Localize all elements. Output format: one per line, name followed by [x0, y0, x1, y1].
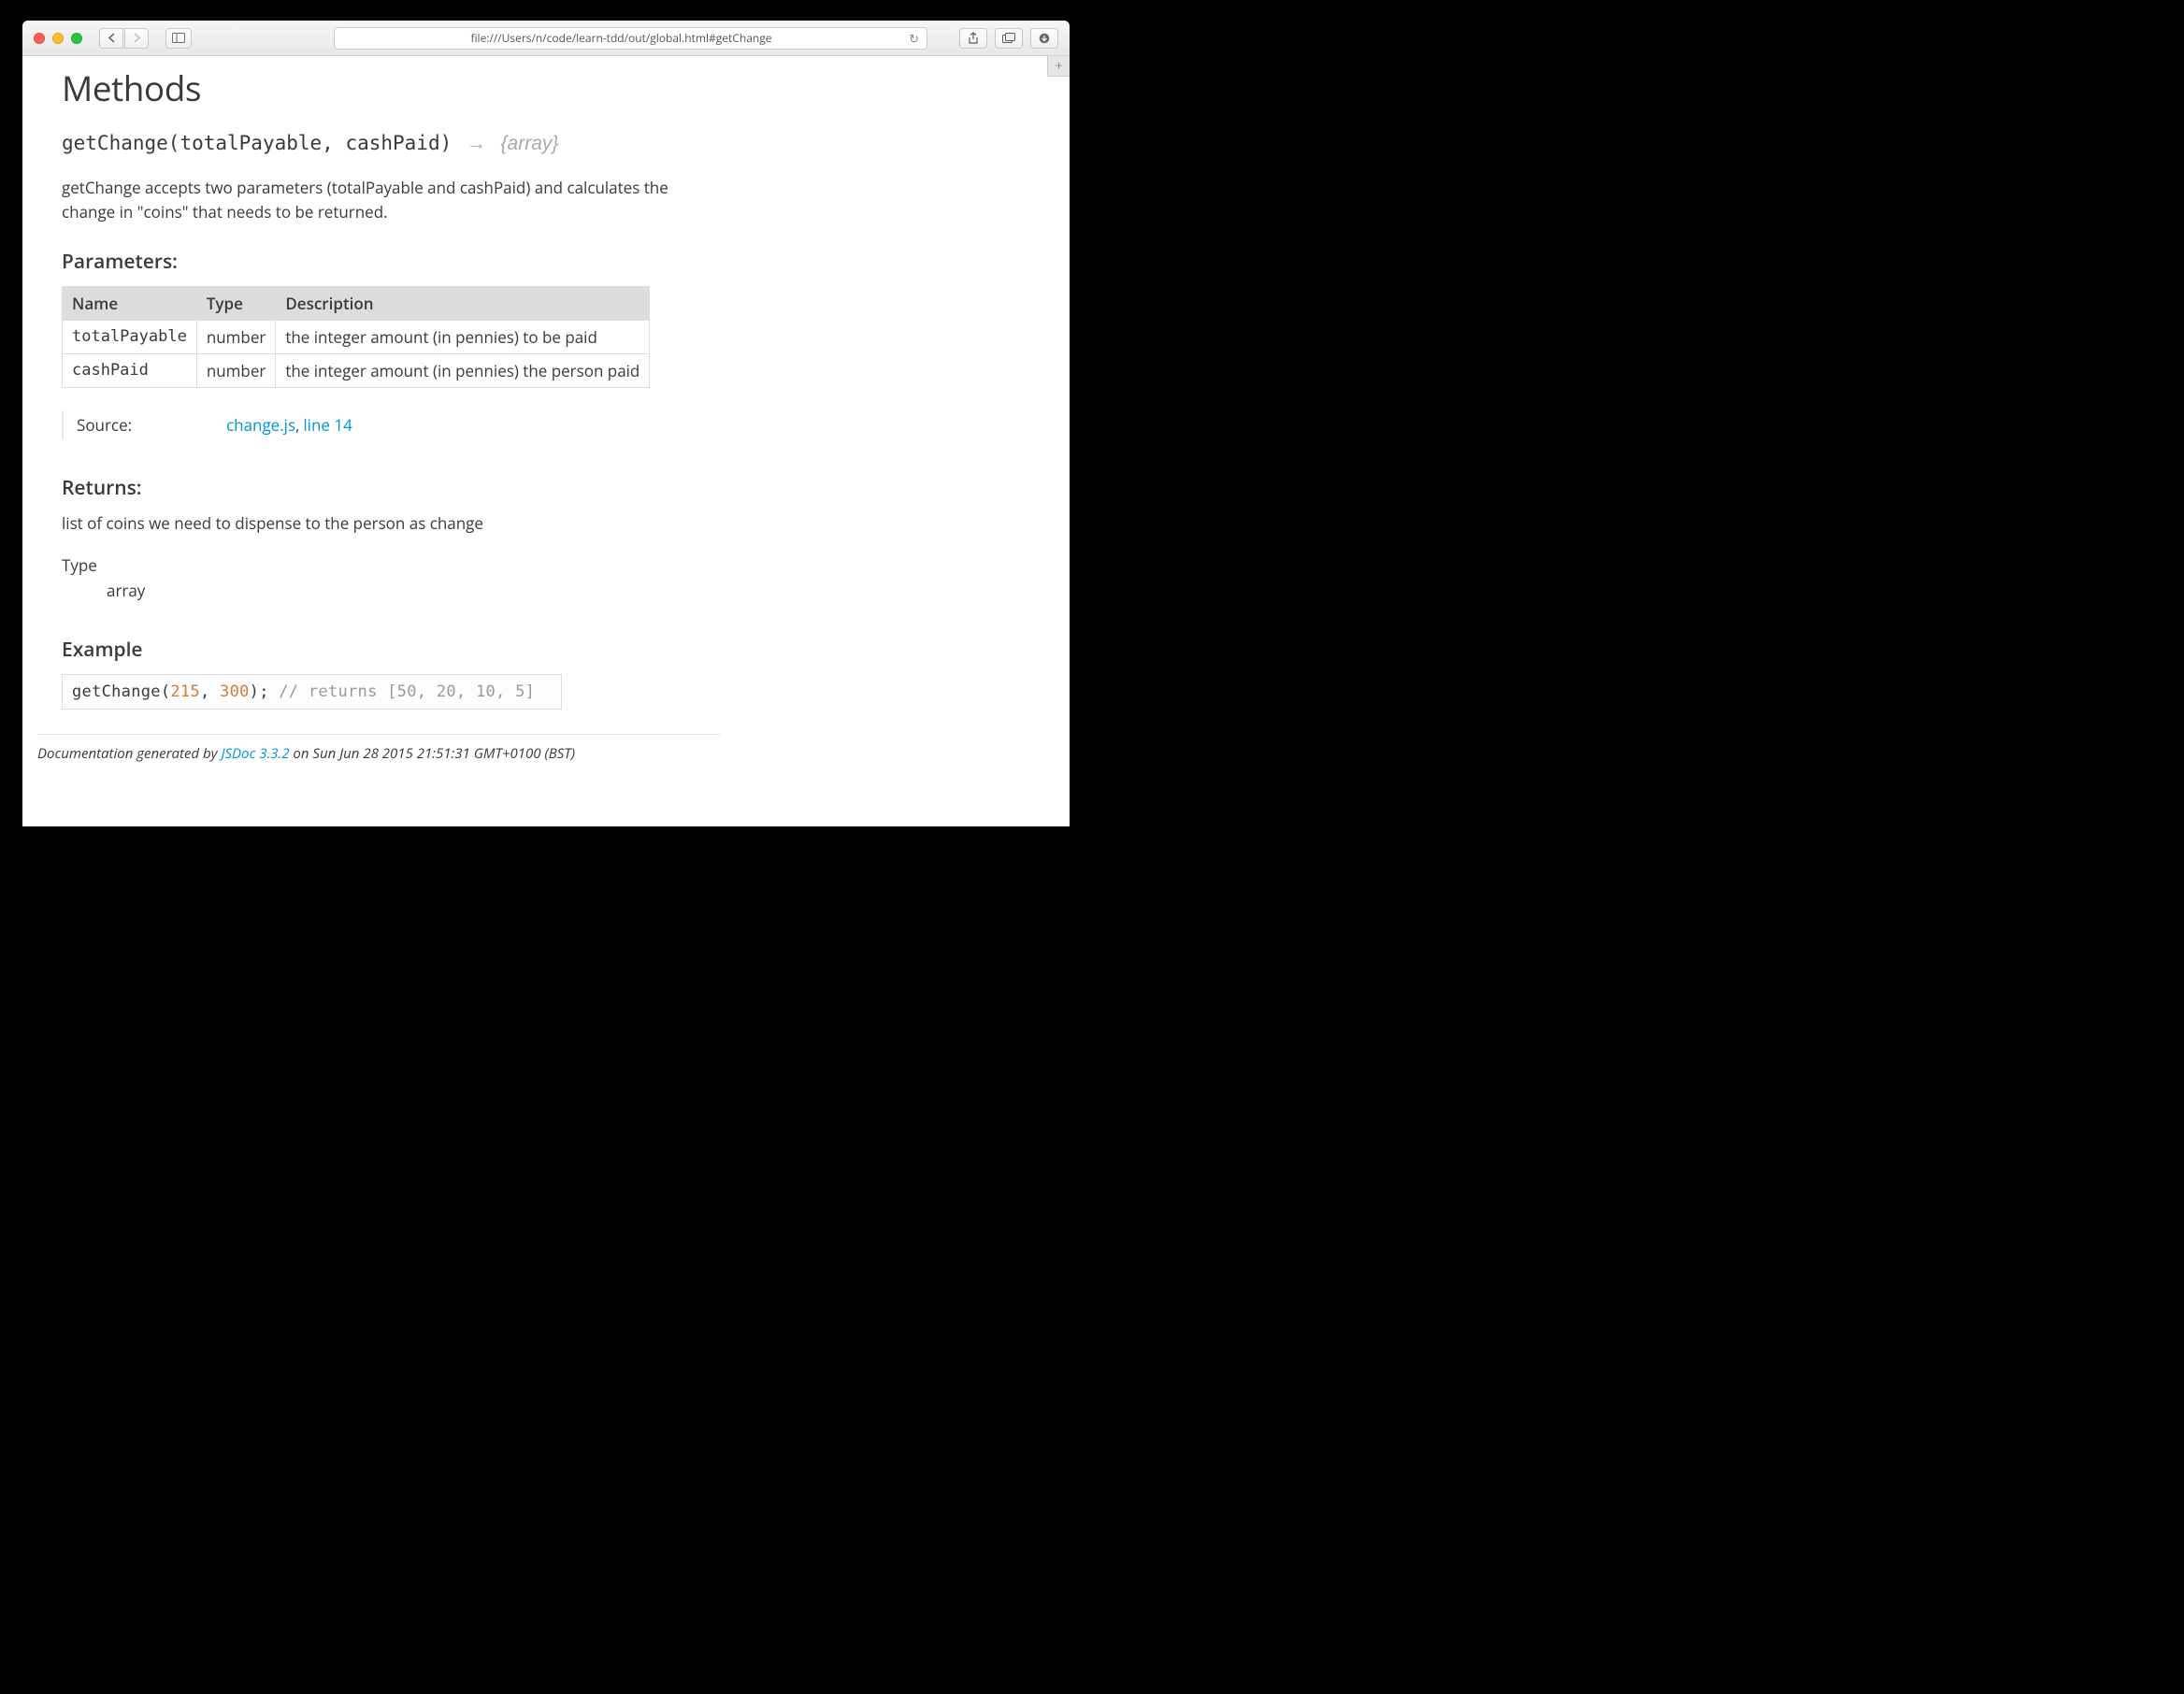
- url-text: file:///Users/n/code/learn-tdd/out/globa…: [470, 30, 771, 46]
- arrow-icon: →: [467, 133, 486, 154]
- minimize-icon[interactable]: [52, 33, 64, 44]
- returns-description: list of coins we need to dispense to the…: [62, 512, 1043, 534]
- table-header-row: Name Type Description: [63, 286, 650, 320]
- method-signature: getChange(totalPayable, cashPaid) → {arr…: [62, 132, 1043, 155]
- return-type-label: Type: [62, 554, 1043, 576]
- param-desc: the integer amount (in pennies) the pers…: [276, 353, 650, 387]
- param-desc: the integer amount (in pennies) to be pa…: [276, 320, 650, 353]
- title-bar: file:///Users/n/code/learn-tdd/out/globa…: [22, 21, 1070, 56]
- example-code: getChange(215, 300); // returns [50, 20,…: [62, 674, 562, 710]
- parameters-table: Name Type Description totalPayable numbe…: [62, 286, 650, 388]
- footer: Documentation generated by JSDoc 3.3.2 o…: [37, 744, 1043, 774]
- jsdoc-link[interactable]: JSDoc 3.3.2: [221, 744, 289, 763]
- back-button[interactable]: [99, 28, 123, 49]
- param-type: number: [196, 353, 275, 387]
- source-file-link[interactable]: change.js: [226, 414, 295, 436]
- new-tab-button[interactable]: +: [1047, 56, 1070, 77]
- browser-window: file:///Users/n/code/learn-tdd/out/globa…: [22, 21, 1070, 826]
- return-type: {array}: [501, 133, 559, 154]
- table-row: totalPayable number the integer amount (…: [63, 320, 650, 353]
- share-button[interactable]: [959, 28, 987, 49]
- source-line-link[interactable]: line 14: [303, 414, 352, 436]
- return-type-value: array: [107, 580, 1043, 601]
- nav-buttons: [99, 28, 149, 49]
- example-heading: Example: [62, 637, 1043, 663]
- method-description: getChange accepts two parameters (totalP…: [62, 176, 679, 225]
- source-label: Source:: [77, 414, 226, 436]
- returns-heading: Returns:: [62, 475, 1043, 501]
- url-bar[interactable]: file:///Users/n/code/learn-tdd/out/globa…: [334, 27, 927, 50]
- forward-button[interactable]: [124, 28, 149, 49]
- page-content: Methods getChange(totalPayable, cashPaid…: [22, 56, 1070, 826]
- method-name: getChange: [62, 132, 168, 154]
- parameters-heading: Parameters:: [62, 249, 1043, 275]
- maximize-icon[interactable]: [71, 33, 82, 44]
- methods-heading: Methods: [62, 64, 1043, 111]
- close-icon[interactable]: [34, 33, 45, 44]
- source-row: Source: change.js, line 14: [62, 410, 1043, 439]
- source-value: change.js, line 14: [226, 414, 352, 436]
- tabs-button[interactable]: [995, 28, 1023, 49]
- col-name: Name: [63, 286, 197, 320]
- table-row: cashPaid number the integer amount (in p…: [63, 353, 650, 387]
- sidebar-toggle-button[interactable]: [165, 28, 192, 49]
- method-params: (totalPayable, cashPaid): [168, 132, 452, 154]
- reload-icon[interactable]: ↻: [909, 30, 919, 47]
- param-name: cashPaid: [63, 353, 197, 387]
- param-name: totalPayable: [63, 320, 197, 353]
- col-type: Type: [196, 286, 275, 320]
- col-desc: Description: [276, 286, 650, 320]
- divider: [37, 734, 720, 735]
- traffic-lights: [34, 33, 82, 44]
- toolbar-right: [959, 28, 1058, 49]
- param-type: number: [196, 320, 275, 353]
- downloads-button[interactable]: [1030, 28, 1058, 49]
